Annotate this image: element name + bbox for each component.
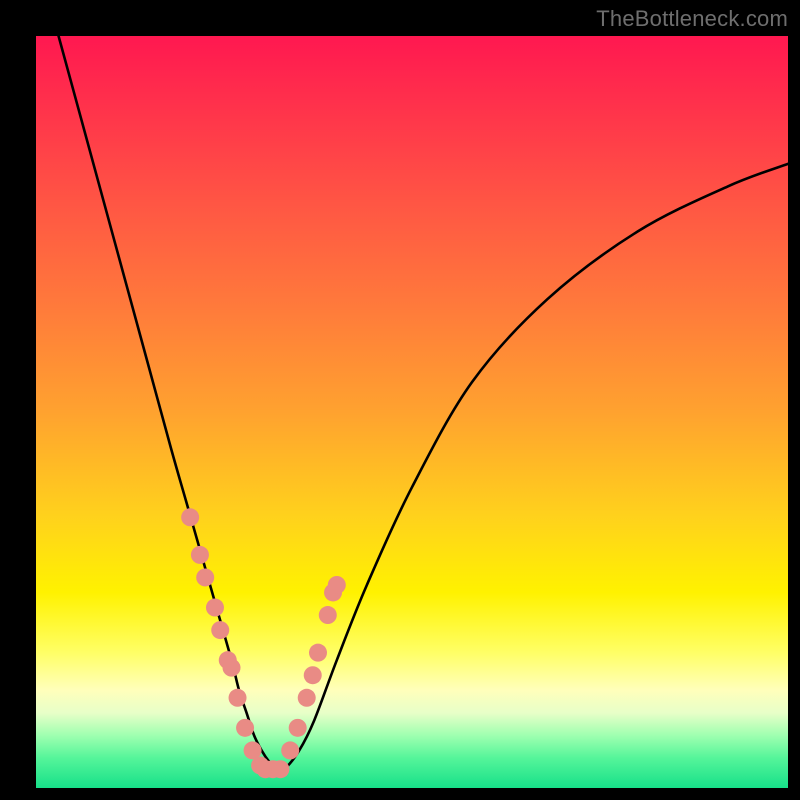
highlight-point xyxy=(281,741,299,759)
highlight-point xyxy=(271,760,289,778)
highlight-point xyxy=(298,689,316,707)
highlight-point xyxy=(304,666,322,684)
bottleneck-curve xyxy=(59,36,788,771)
highlight-point xyxy=(236,719,254,737)
highlight-point xyxy=(289,719,307,737)
highlight-point xyxy=(196,568,214,586)
plot-area xyxy=(36,36,788,788)
highlight-point xyxy=(309,644,327,662)
highlight-point xyxy=(211,621,229,639)
highlight-point xyxy=(229,689,247,707)
chart-svg xyxy=(36,36,788,788)
highlight-point xyxy=(191,546,209,564)
highlight-point xyxy=(223,659,241,677)
watermark-text: TheBottleneck.com xyxy=(596,6,788,32)
highlight-point xyxy=(328,576,346,594)
highlight-point xyxy=(181,508,199,526)
highlight-points-group xyxy=(181,508,346,778)
highlight-point xyxy=(319,606,337,624)
highlight-point xyxy=(206,599,224,617)
